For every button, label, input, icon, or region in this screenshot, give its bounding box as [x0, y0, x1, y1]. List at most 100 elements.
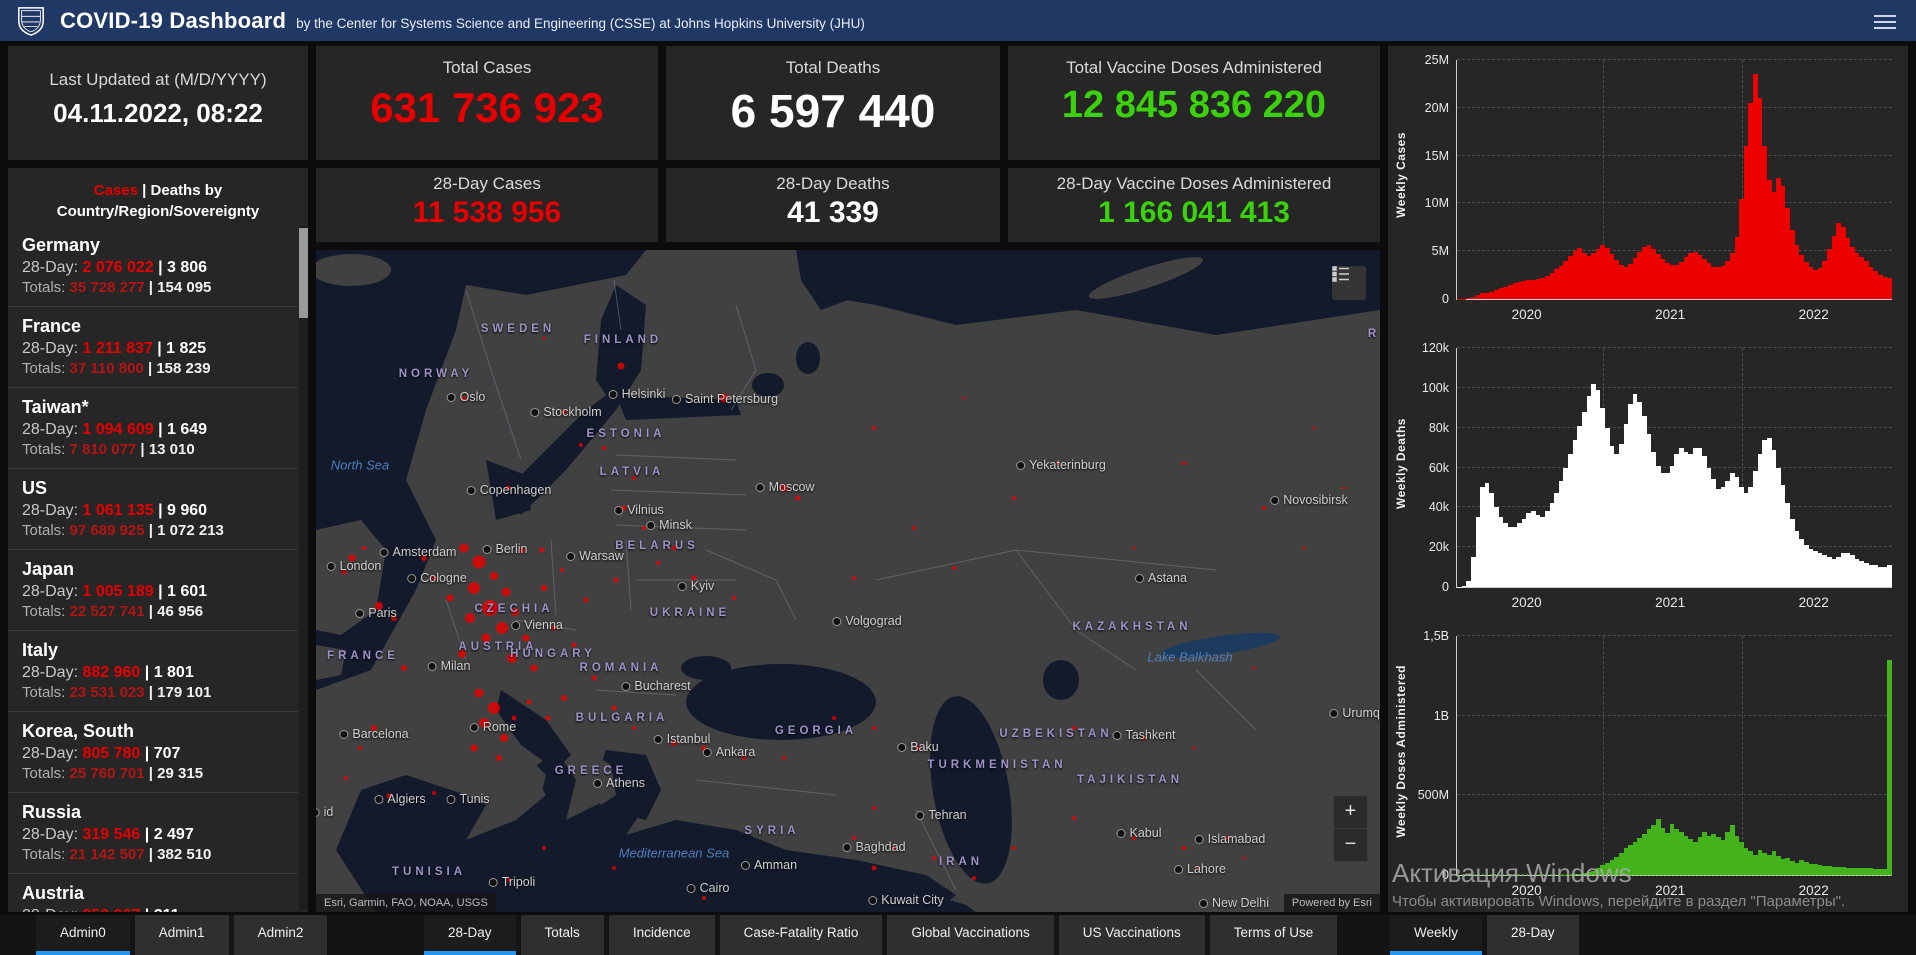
x-tick-label: 2021 — [1655, 307, 1685, 322]
case-bubble — [527, 700, 532, 705]
country-row[interactable]: Italy28-Day: 882 960 | 1 801Totals: 23 5… — [8, 630, 298, 711]
city-dot-icon — [672, 395, 681, 404]
y-tick-label: 5M — [1432, 244, 1449, 258]
layers-icon[interactable] — [1332, 266, 1366, 300]
tab-weekly[interactable]: Weekly — [1390, 915, 1482, 955]
zoom-in-button[interactable]: + — [1333, 795, 1368, 829]
map-country-label: SWEDEN — [481, 323, 555, 335]
case-bubble — [1343, 487, 1346, 490]
country-row[interactable]: Japan28-Day: 1 005 189 | 1 601Totals: 22… — [8, 549, 298, 630]
last-updated-panel: Last Updated at (M/D/YYYY) 04.11.2022, 0… — [8, 46, 308, 160]
plot-area: 120k100k80k60k40k20k0202020212022 — [1456, 348, 1892, 588]
y-tick-label: 80k — [1429, 421, 1449, 435]
tab-totals[interactable]: Totals — [521, 915, 604, 955]
chart-weekly-deaths: Weekly Deaths120k100k80k60k40k20k0202020… — [1388, 334, 1908, 622]
y-tick-label: 40k — [1429, 500, 1449, 514]
city-dot-icon — [1270, 496, 1279, 505]
city-dot-icon — [327, 562, 336, 571]
map-city-label: Novosibirsk — [1270, 493, 1348, 507]
map-city-label: Warsaw — [566, 549, 624, 563]
city-dot-icon — [703, 748, 712, 757]
tab-case-fatality-ratio[interactable]: Case-Fatality Ratio — [720, 915, 883, 955]
map-city-label: Tashkent — [1112, 728, 1175, 742]
case-bubble — [358, 746, 362, 750]
total-vaccine-doses-label: Total Vaccine Doses Administered — [1008, 58, 1380, 78]
map-city-label: Islamabad — [1195, 832, 1266, 846]
hamburger-menu-icon[interactable] — [1874, 11, 1896, 33]
tab-us-vaccinations[interactable]: US Vaccinations — [1059, 915, 1205, 955]
map-city-label: Istanbul — [654, 732, 711, 746]
covid-dashboard: COVID-19 Dashboard by the Center for Sys… — [0, 0, 1916, 955]
map-city-label: Bucharest — [621, 679, 690, 693]
map-city-label: Milan — [428, 659, 471, 673]
y-tick-label: 0 — [1442, 292, 1449, 306]
tab-global-vaccinations[interactable]: Global Vaccinations — [887, 915, 1053, 955]
case-bubble — [1072, 816, 1076, 820]
tab-admin1[interactable]: Admin1 — [135, 915, 229, 955]
zoom-out-button[interactable]: − — [1333, 829, 1368, 862]
y-tick-label: 100k — [1422, 381, 1449, 395]
case-bubble — [496, 622, 508, 634]
tab-incidence[interactable]: Incidence — [609, 915, 715, 955]
powered-by-esri[interactable]: Powered by Esri — [1284, 894, 1380, 912]
city-dot-icon — [678, 582, 687, 591]
day28-vaccine-doses-label: 28-Day Vaccine Doses Administered — [1008, 174, 1380, 194]
case-bubble — [1012, 846, 1016, 850]
city-dot-icon — [1329, 709, 1338, 718]
case-bubble — [362, 546, 366, 550]
city-dot-icon — [446, 795, 455, 804]
scrollbar-thumb[interactable] — [299, 228, 308, 318]
city-dot-icon — [741, 861, 750, 870]
map-city-label: Vilnius — [614, 503, 664, 517]
tab-28-day[interactable]: 28-Day — [424, 915, 516, 955]
case-bubble — [612, 706, 617, 711]
country-28day-line: 28-Day: 1 061 135 | 9 960 — [22, 501, 294, 521]
country-name: Italy — [22, 640, 294, 661]
day28-vaccine-doses-value: 1 166 041 413 — [1008, 196, 1380, 230]
country-totals-line: Totals: 22 527 741 | 46 956 — [22, 602, 294, 621]
case-bubble — [932, 856, 936, 860]
tab-admin0[interactable]: Admin0 — [36, 915, 130, 955]
case-bubble — [1243, 857, 1246, 860]
day28-deaths-box: 28-Day Deaths 41 339 — [666, 168, 1000, 242]
world-map[interactable]: SWEDENFINLANDNORWAYESTONIALATVIABELARUSC… — [316, 250, 1380, 912]
case-bubble — [972, 876, 976, 880]
map-city-label: Moscow — [756, 480, 815, 494]
map-country-label: BULGARIA — [576, 712, 669, 724]
country-row[interactable]: Korea, South28-Day: 805 780 | 707Totals:… — [8, 711, 298, 792]
map-country-label: BELARUS — [615, 540, 699, 552]
tab-admin2[interactable]: Admin2 — [234, 915, 328, 955]
map-country-label: NORWAY — [399, 368, 474, 380]
country-row[interactable]: Austria28-Day: 252 967 | 211Totals: 5 45… — [8, 873, 298, 912]
country-row[interactable]: Germany28-Day: 2 076 022 | 3 806Totals: … — [8, 226, 298, 306]
case-bubble — [1193, 747, 1196, 750]
total-deaths-value: 6 597 440 — [666, 84, 1000, 138]
map-country-label: KAZAKHSTAN — [1072, 621, 1191, 633]
total-deaths-box: Total Deaths 6 597 440 — [666, 46, 1000, 160]
tab-terms-of-use[interactable]: Terms of Use — [1210, 915, 1338, 955]
admin-tabs: Admin0Admin1Admin2 — [36, 915, 327, 955]
country-name: Korea, South — [22, 721, 294, 742]
map-country-label: TURKMENISTAN — [927, 759, 1066, 771]
map-basemap — [316, 250, 1380, 912]
case-bubble — [872, 866, 877, 871]
country-row[interactable]: Russia28-Day: 319 546 | 2 497Totals: 21 … — [8, 792, 298, 873]
country-totals-line: Totals: 23 531 023 | 179 101 — [22, 683, 294, 702]
country-name: Japan — [22, 559, 294, 580]
tab-28-day[interactable]: 28-Day — [1487, 915, 1579, 955]
country-row[interactable]: US28-Day: 1 061 135 | 9 960Totals: 97 68… — [8, 468, 298, 549]
x-tick-label: 2020 — [1512, 883, 1542, 898]
country-row[interactable]: France28-Day: 1 211 837 | 1 825Totals: 3… — [8, 306, 298, 387]
map-sea-label: Mediterranean Sea — [619, 846, 730, 861]
city-dot-icon — [374, 795, 383, 804]
map-sea-label: Lake Balkhash — [1147, 650, 1232, 665]
y-axis-title: Weekly Doses Administered — [1394, 622, 1408, 880]
map-city-label: Algiers — [374, 792, 425, 806]
case-bubble — [614, 578, 619, 583]
total-vaccine-doses-box: Total Vaccine Doses Administered 12 845 … — [1008, 46, 1380, 160]
scrollbar-track[interactable] — [299, 226, 308, 910]
country-row[interactable]: Taiwan*28-Day: 1 094 609 | 1 649Totals: … — [8, 387, 298, 468]
case-bubble — [488, 702, 500, 714]
case-bubble — [502, 588, 511, 597]
map-country-label: HUNGARY — [510, 648, 596, 660]
